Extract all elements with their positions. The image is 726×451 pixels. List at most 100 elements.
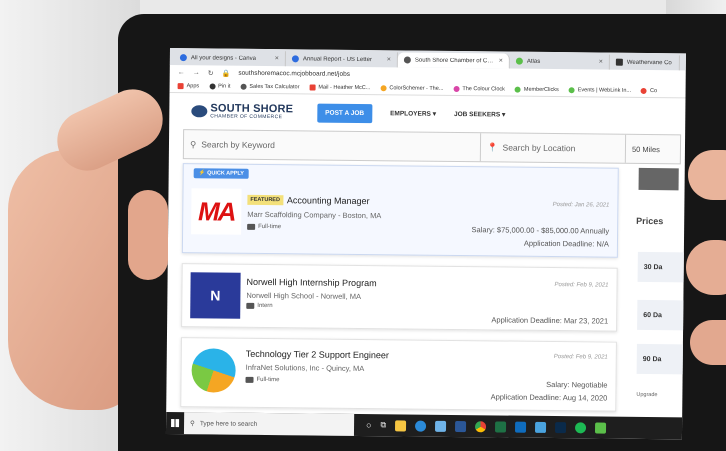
start-button[interactable] [166, 412, 184, 434]
tab-south-shore[interactable]: South Shore Chamber of Com × [397, 52, 510, 69]
job-type: Full-time [247, 223, 281, 230]
site-icon [403, 56, 411, 64]
location-search[interactable]: 📍 Search by Location [480, 133, 627, 163]
photoshop-icon[interactable] [555, 421, 567, 433]
tab-weathervane[interactable]: Weathervane Co [609, 54, 680, 71]
tab-atlas[interactable]: Atlas × [509, 53, 610, 70]
memberclicks-icon [568, 87, 575, 94]
atlas-icon[interactable] [595, 421, 607, 434]
search-icon: ⚲ [189, 138, 197, 149]
taskbar-search[interactable]: ⚲ Type here to search [183, 412, 355, 436]
caret-down-icon: ▾ [432, 110, 437, 118]
taskbar-search-input[interactable]: Type here to search [200, 420, 258, 428]
excel-icon[interactable] [495, 420, 507, 433]
post-job-button[interactable]: POST A JOB [317, 103, 373, 123]
quick-apply-button[interactable]: ⚡ QUICK APPLY [193, 168, 250, 179]
company-location: InfraNet Solutions, Inc - Quincy, MA [245, 362, 365, 374]
bookmark-label: Mail - Heather McC... [318, 84, 371, 92]
back-icon[interactable]: ← [178, 69, 185, 76]
bookmark-colorschemer[interactable]: ColorSchemer - The... [380, 85, 443, 92]
price-item-30[interactable]: 30 Da [637, 251, 686, 283]
tab-canva[interactable]: All your designs - Canva × [173, 50, 286, 67]
salary: Salary: $75,000.00 - $85,000.00 Annually [471, 225, 610, 236]
bookmark-mail[interactable]: Mail - Heather McC... [309, 84, 370, 91]
nav-job-seekers[interactable]: JOB SEEKERS ▾ [454, 110, 505, 119]
apps-icon [177, 83, 184, 90]
nav-label: EMPLOYERS [390, 110, 431, 118]
bookmark-label: Events | WebLink In... [577, 87, 632, 94]
chamber-logo[interactable]: SOUTH SHORE CHAMBER OF COMMERCE [191, 102, 293, 120]
bookmark-events[interactable]: Events | WebLink In... [568, 87, 632, 94]
close-icon[interactable]: × [387, 56, 391, 63]
tab-annual-report[interactable]: Annual Report - US Letter × [285, 51, 398, 68]
left-finger [128, 190, 168, 280]
location-pin-icon: 📍 [486, 141, 498, 152]
close-icon[interactable]: × [599, 58, 603, 65]
file-explorer-icon[interactable] [395, 419, 407, 431]
main-content: ⚡ QUICK APPLY MA FEATURED Accounting Man… [166, 159, 686, 425]
bookmark-sales-tax[interactable]: Sales Tax Calculator [240, 83, 300, 91]
sidebar: Prices 30 Da 60 Da 90 Da Upgrade [628, 164, 686, 425]
company-logo: MA [191, 188, 242, 235]
weathervane-icon [615, 58, 623, 66]
url-field[interactable]: southshoremacoc.mcjobboard.net/jobs [238, 70, 677, 82]
price-item-60[interactable]: 60 Da [637, 299, 686, 331]
company-logo [191, 348, 236, 393]
bookmark-label: ColorSchemer - The... [389, 85, 444, 92]
outlook-icon[interactable] [515, 421, 527, 433]
radius-select[interactable]: 50 Miles [626, 144, 680, 154]
cortana-icon[interactable]: ○ [366, 420, 372, 430]
bookmark-label: Apps [186, 83, 200, 90]
close-icon[interactable]: × [275, 55, 279, 62]
application-deadline: Application Deadline: N/A [523, 238, 610, 249]
sidebar-button[interactable] [638, 167, 679, 191]
logo-text: SOUTH SHORE CHAMBER OF COMMERCE [210, 102, 293, 120]
job-title[interactable]: Norwell High Internship Program [247, 277, 377, 288]
bookmark-apps[interactable]: Apps [177, 83, 200, 90]
bookmark-label: Sales Tax Calculator [249, 83, 300, 91]
application-deadline: Application Deadline: Aug 14, 2020 [490, 392, 608, 403]
keyword-input[interactable]: Search by Keyword [201, 139, 275, 150]
canva-icon [179, 54, 187, 62]
nav-employers[interactable]: EMPLOYERS ▾ [390, 109, 436, 117]
bookmark-co[interactable]: Co [641, 87, 657, 94]
tab-label: Atlas [526, 58, 541, 65]
job-list: ⚡ QUICK APPLY MA FEATURED Accounting Man… [180, 163, 619, 422]
job-title[interactable]: Technology Tier 2 Support Engineer [246, 349, 389, 360]
bookmark-colour-clock[interactable]: The Colour Clock [453, 85, 505, 93]
job-title[interactable]: Accounting Manager [287, 195, 370, 206]
bookmark-memberclicks[interactable]: MemberClicks [514, 86, 559, 93]
keyword-search[interactable]: ⚲ Search by Keyword [183, 130, 482, 162]
mail-icon [309, 84, 316, 91]
featured-badge: FEATURED [247, 194, 284, 206]
photos-icon[interactable] [535, 421, 547, 433]
job-card[interactable]: ⚡ QUICK APPLY MA FEATURED Accounting Man… [181, 163, 619, 258]
lock-icon: 🔒 [221, 70, 231, 78]
application-deadline: Application Deadline: Mar 23, 2021 [491, 315, 609, 326]
chrome-icon[interactable] [475, 420, 487, 432]
job-card[interactable]: Technology Tier 2 Support Engineer Infra… [180, 337, 617, 412]
prices-heading: Prices [636, 215, 664, 227]
quick-apply-label: QUICK APPLY [207, 170, 244, 177]
reload-icon[interactable]: ↻ [208, 69, 214, 77]
briefcase-icon [245, 376, 254, 383]
job-type: Intern [246, 302, 273, 310]
edge-icon[interactable] [415, 420, 427, 432]
tab-label: South Shore Chamber of Com [414, 57, 495, 64]
close-icon[interactable]: × [499, 57, 503, 64]
word-icon[interactable] [455, 420, 467, 432]
posted-date: Posted: Jan 26, 2021 [552, 202, 610, 209]
upgrade-text: Upgrade [636, 391, 658, 399]
bookmark-pinit[interactable]: Pin it [209, 83, 230, 90]
location-input[interactable]: Search by Location [503, 142, 576, 153]
nav-label: JOB SEEKERS [453, 110, 501, 119]
posted-date: Posted: Feb 9, 2021 [554, 282, 609, 289]
task-view-icon[interactable]: ⧉ [380, 420, 386, 430]
job-type-label: Intern [257, 302, 273, 310]
price-item-90[interactable]: 90 Da [636, 343, 686, 375]
forward-icon[interactable]: → [193, 69, 200, 76]
spotify-icon[interactable] [575, 421, 587, 433]
notepad-icon[interactable] [435, 420, 447, 432]
job-card[interactable]: N Norwell High Internship Program Norwel… [181, 263, 618, 332]
bookmark-label: The Colour Clock [462, 86, 505, 93]
